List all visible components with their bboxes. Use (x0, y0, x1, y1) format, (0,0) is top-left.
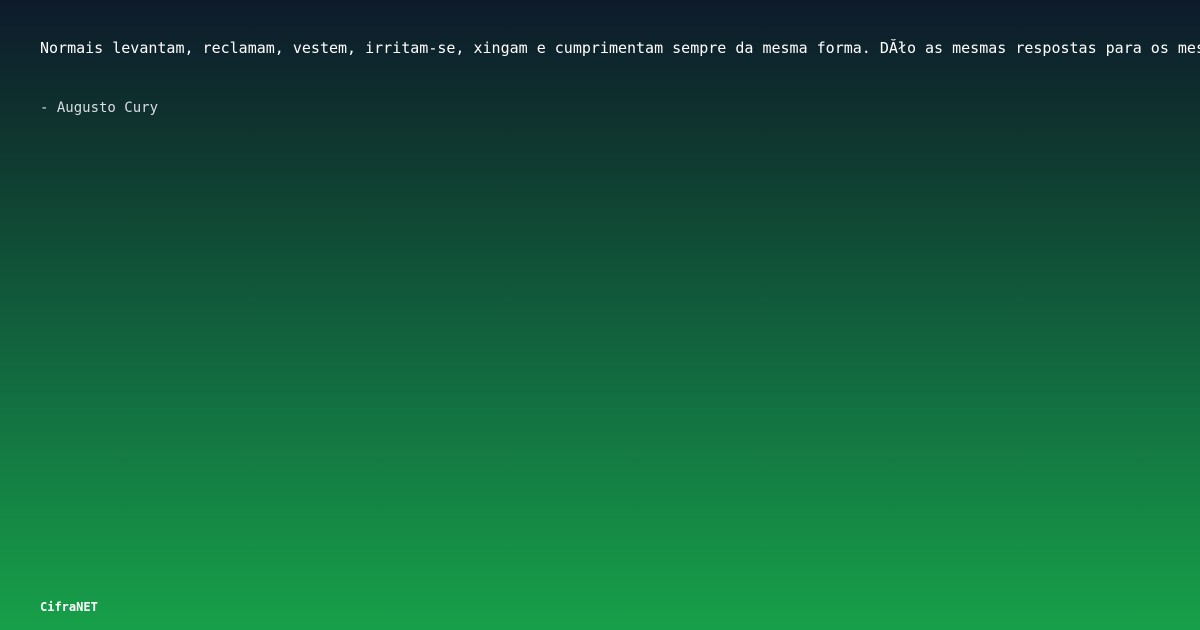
brand-logo-text: CifraNET (40, 600, 98, 614)
quote-text: Normais levantam, reclamam, vestem, irri… (40, 39, 1200, 57)
quote-author: - Augusto Cury (40, 100, 159, 116)
